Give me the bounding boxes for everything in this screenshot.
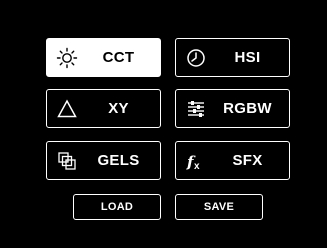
mode-button-sfx[interactable]: f x SFX <box>175 141 290 180</box>
mode-label-gels: GELS <box>97 152 140 169</box>
mode-label-xy: XY <box>108 100 129 117</box>
svg-text:x: x <box>194 161 200 172</box>
mode-button-gels[interactable]: GELS <box>46 141 161 180</box>
mode-select-screen: CCT HSI XY RGBW GELS f x SFX LOAD SAVE <box>0 0 327 248</box>
mode-label-hsi: HSI <box>234 49 261 66</box>
mode-label-sfx: SFX <box>232 152 263 169</box>
sun-icon <box>56 47 78 69</box>
mode-button-rgbw[interactable]: RGBW <box>175 89 290 128</box>
mode-button-hsi[interactable]: HSI <box>175 38 290 77</box>
fx-icon: f x <box>186 153 200 172</box>
mode-button-cct[interactable]: CCT <box>46 38 161 77</box>
mode-label-rgbw: RGBW <box>223 100 272 117</box>
save-button[interactable]: SAVE <box>175 194 263 220</box>
gel-swatches-icon <box>58 152 76 170</box>
triangle-icon <box>57 99 77 118</box>
mode-button-xy[interactable]: XY <box>46 89 161 128</box>
load-button[interactable]: LOAD <box>73 194 161 220</box>
mode-label-cct: CCT <box>102 49 135 66</box>
clock-icon <box>187 49 205 67</box>
sliders-icon <box>188 101 204 117</box>
